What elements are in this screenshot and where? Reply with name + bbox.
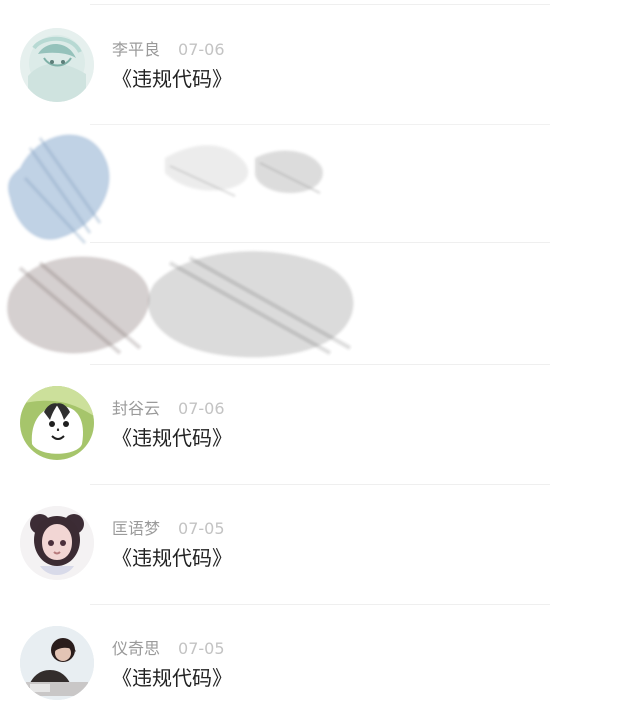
item-divider — [90, 604, 550, 605]
list-item[interactable]: 匡语梦 07-05 《违规代码》 — [0, 490, 640, 600]
author-name: 仪奇思 — [112, 639, 161, 658]
item-meta: 封谷云 07-06 — [112, 399, 225, 419]
item-divider — [90, 242, 550, 243]
list-item[interactable]: 李平良 07-06 《违规代码》 — [0, 10, 640, 120]
item-meta: 匡语梦 07-05 — [112, 519, 225, 539]
author-name: 匡语梦 — [112, 519, 161, 538]
post-date: 07-05 — [178, 639, 225, 658]
avatar-anime-girl-image — [20, 506, 94, 580]
list-item[interactable]: 仪奇思 07-05 《违规代码》 — [0, 610, 640, 720]
post-date: 07-05 — [178, 519, 225, 538]
top-divider — [90, 4, 550, 5]
article-list-screen: 李平良 07-06 《违规代码》 封谷云 07-06 《违规代码》 匡语梦 07… — [0, 0, 640, 723]
avatar-woman-photo-image — [20, 626, 94, 700]
post-date: 07-06 — [178, 399, 225, 418]
item-title[interactable]: 《违规代码》 — [112, 65, 232, 93]
item-divider — [90, 364, 550, 365]
author-name: 封谷云 — [112, 399, 161, 418]
item-title[interactable]: 《违规代码》 — [112, 544, 232, 572]
item-title[interactable]: 《违规代码》 — [112, 424, 232, 452]
item-divider — [90, 484, 550, 485]
item-meta: 仪奇思 07-05 — [112, 639, 225, 659]
avatar[interactable] — [20, 626, 94, 700]
avatar[interactable] — [20, 386, 94, 460]
avatar-anime-sleeping-image — [20, 28, 94, 102]
avatar-dog-image — [20, 386, 94, 460]
avatar[interactable] — [20, 28, 94, 102]
sketch-overlay-image — [0, 118, 560, 368]
list-item[interactable]: 封谷云 07-06 《违规代码》 — [0, 370, 640, 480]
avatar[interactable] — [20, 506, 94, 580]
item-title[interactable]: 《违规代码》 — [112, 664, 232, 692]
post-date: 07-06 — [178, 40, 225, 59]
item-meta: 李平良 07-06 — [112, 40, 225, 60]
author-name: 李平良 — [112, 40, 161, 59]
